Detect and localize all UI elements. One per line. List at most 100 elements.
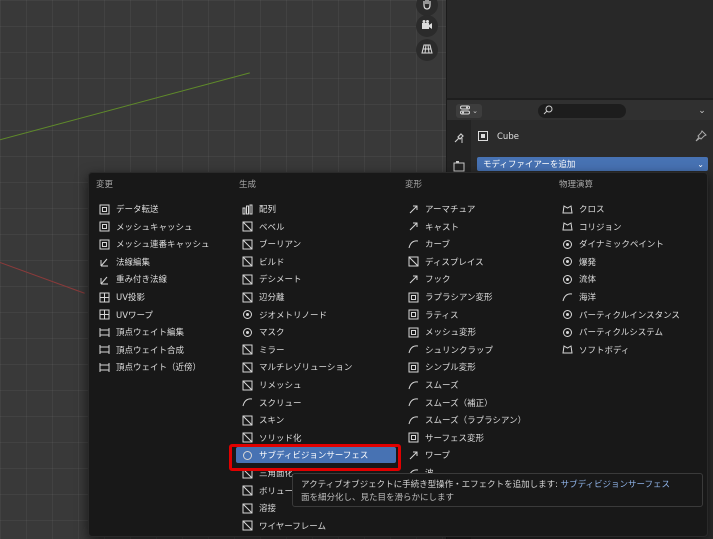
edge-split-icon xyxy=(241,291,253,303)
boolean-icon xyxy=(241,238,253,250)
smooth-icon xyxy=(407,379,419,391)
outliner-panel[interactable] xyxy=(446,0,713,98)
menu-item[interactable]: 法線編集 xyxy=(93,254,233,270)
add-modifier-dropdown[interactable]: モディファイアーを追加 ⌄ xyxy=(477,157,708,171)
menu-item[interactable]: スクリュー xyxy=(236,395,396,411)
menu-item[interactable]: メッシュ変形 xyxy=(402,324,552,340)
menu-item[interactable]: UV投影 xyxy=(93,289,233,305)
menu-item-label: ジオメトリノード xyxy=(259,310,328,321)
menu-item-label: ソリッド化 xyxy=(259,433,302,444)
menu-item[interactable]: 配列 xyxy=(236,201,396,217)
menu-item-label: デシメート xyxy=(259,275,302,286)
menu-item[interactable]: ワープ xyxy=(402,447,552,463)
data-transfer-icon xyxy=(98,203,110,215)
menu-item[interactable]: スムーズ（補正） xyxy=(402,395,552,411)
menu-item[interactable]: 頂点ウェイト合成 xyxy=(93,342,233,358)
menu-item-label: 爆発 xyxy=(579,257,597,268)
menu-item[interactable]: クロス xyxy=(556,201,701,217)
menu-item[interactable]: ベベル xyxy=(236,219,396,235)
menu-item[interactable]: ビルド xyxy=(236,254,396,270)
pin-icon[interactable] xyxy=(695,130,707,145)
menu-item[interactable]: ラティス xyxy=(402,307,552,323)
object-name-row: Cube xyxy=(477,128,519,146)
menu-item-label: ソフトボディ xyxy=(579,345,630,356)
grid-icon xyxy=(421,43,433,58)
menu-item[interactable]: 爆発 xyxy=(556,254,701,270)
menu-column-header: 物理演算 xyxy=(559,180,594,190)
remesh-icon xyxy=(241,379,253,391)
menu-item-label: サーフェス変形 xyxy=(425,433,484,444)
menu-item[interactable]: スムーズ（ラプラシアン） xyxy=(402,412,552,428)
chevron-down-icon: ⌄ xyxy=(698,106,706,116)
menu-item[interactable]: ミラー xyxy=(236,342,396,358)
simple-deform-icon xyxy=(407,361,419,373)
menu-item-label: フック xyxy=(425,275,451,286)
pan-view-button[interactable] xyxy=(416,0,438,16)
menu-item[interactable]: 頂点ウェイト（近傍） xyxy=(93,359,233,375)
menu-item[interactable]: コリジョン xyxy=(556,219,701,235)
skin-icon xyxy=(241,414,253,426)
menu-item[interactable]: ブーリアン xyxy=(236,236,396,252)
menu-item[interactable]: 海洋 xyxy=(556,289,701,305)
properties-search-input[interactable] xyxy=(538,104,626,118)
menu-item-label: ブーリアン xyxy=(259,240,302,251)
menu-item[interactable]: サーフェス変形 xyxy=(402,430,552,446)
menu-item-label: メッシュ連番キャッシュ xyxy=(116,240,210,251)
screw-icon xyxy=(241,397,253,409)
menu-item[interactable]: スキン xyxy=(236,412,396,428)
menu-item[interactable]: ディスプレイス xyxy=(402,254,552,270)
menu-item[interactable]: 頂点ウェイト編集 xyxy=(93,324,233,340)
menu-item-label: マスク xyxy=(259,328,285,339)
menu-item-label: スムーズ（ラプラシアン） xyxy=(425,416,527,427)
bevel-icon xyxy=(241,221,253,233)
menu-item[interactable]: マスク xyxy=(236,324,396,340)
menu-item-label: ワープ xyxy=(425,451,450,462)
cloth-icon xyxy=(561,203,573,215)
object-name: Cube xyxy=(497,132,519,142)
mesh-deform-icon xyxy=(407,326,419,338)
weighted-normal-icon xyxy=(98,273,110,285)
menu-item[interactable]: データ転送 xyxy=(93,201,233,217)
menu-item[interactable]: メッシュ連番キャッシュ xyxy=(93,236,233,252)
menu-item[interactable]: カーブ xyxy=(402,236,552,252)
menu-item[interactable]: ダイナミックペイント xyxy=(556,236,701,252)
menu-column-header: 変形 xyxy=(405,180,423,190)
decimate-icon xyxy=(241,273,253,285)
menu-item[interactable]: 辺分離 xyxy=(236,289,396,305)
menu-item[interactable]: 流体 xyxy=(556,271,701,287)
geometry-nodes-icon xyxy=(241,309,253,321)
soft-body-icon xyxy=(561,344,573,356)
header-menu-button[interactable]: ⌄ xyxy=(695,104,709,118)
menu-item[interactable]: UVワープ xyxy=(93,307,233,323)
dynamic-paint-icon xyxy=(561,238,573,250)
menu-item-label: 海洋 xyxy=(579,293,597,303)
menu-item[interactable]: 重み付き法線 xyxy=(93,271,233,287)
menu-item[interactable]: パーティクルインスタンス xyxy=(556,307,701,323)
menu-item[interactable]: ソフトボディ xyxy=(556,342,701,358)
menu-item[interactable]: シュリンクラップ xyxy=(402,342,552,358)
menu-item[interactable]: ラプラシアン変形 xyxy=(402,289,552,305)
menu-item[interactable]: パーティクルシステム xyxy=(556,324,701,340)
menu-item[interactable]: シンプル変形 xyxy=(402,359,552,375)
menu-item[interactable]: キャスト xyxy=(402,219,552,235)
smooth-laplacian-icon xyxy=(407,414,419,426)
tab-tool[interactable] xyxy=(452,132,466,146)
menu-item-label: カーブ xyxy=(425,240,450,251)
menu-item[interactable]: ワイヤーフレーム xyxy=(236,518,396,534)
menu-item-label: データ転送 xyxy=(116,205,159,215)
menu-item-label: メッシュ変形 xyxy=(425,328,477,339)
menu-item[interactable]: ジオメトリノード xyxy=(236,307,396,323)
camera-view-button[interactable] xyxy=(416,15,438,37)
menu-item-label: パーティクルインスタンス xyxy=(579,310,680,321)
menu-item[interactable]: マルチレゾリューション xyxy=(236,359,396,375)
array-icon xyxy=(241,203,253,215)
editor-type-button[interactable]: ⌄ xyxy=(456,104,482,118)
menu-item[interactable]: メッシュキャッシュ xyxy=(93,219,233,235)
menu-item[interactable]: アーマチュア xyxy=(402,201,552,217)
ortho-toggle-button[interactable] xyxy=(416,39,438,61)
menu-item[interactable]: フック xyxy=(402,271,552,287)
menu-item-label: スムーズ xyxy=(425,381,459,391)
menu-item[interactable]: デシメート xyxy=(236,271,396,287)
menu-item[interactable]: スムーズ xyxy=(402,377,552,393)
menu-item[interactable]: リメッシュ xyxy=(236,377,396,393)
